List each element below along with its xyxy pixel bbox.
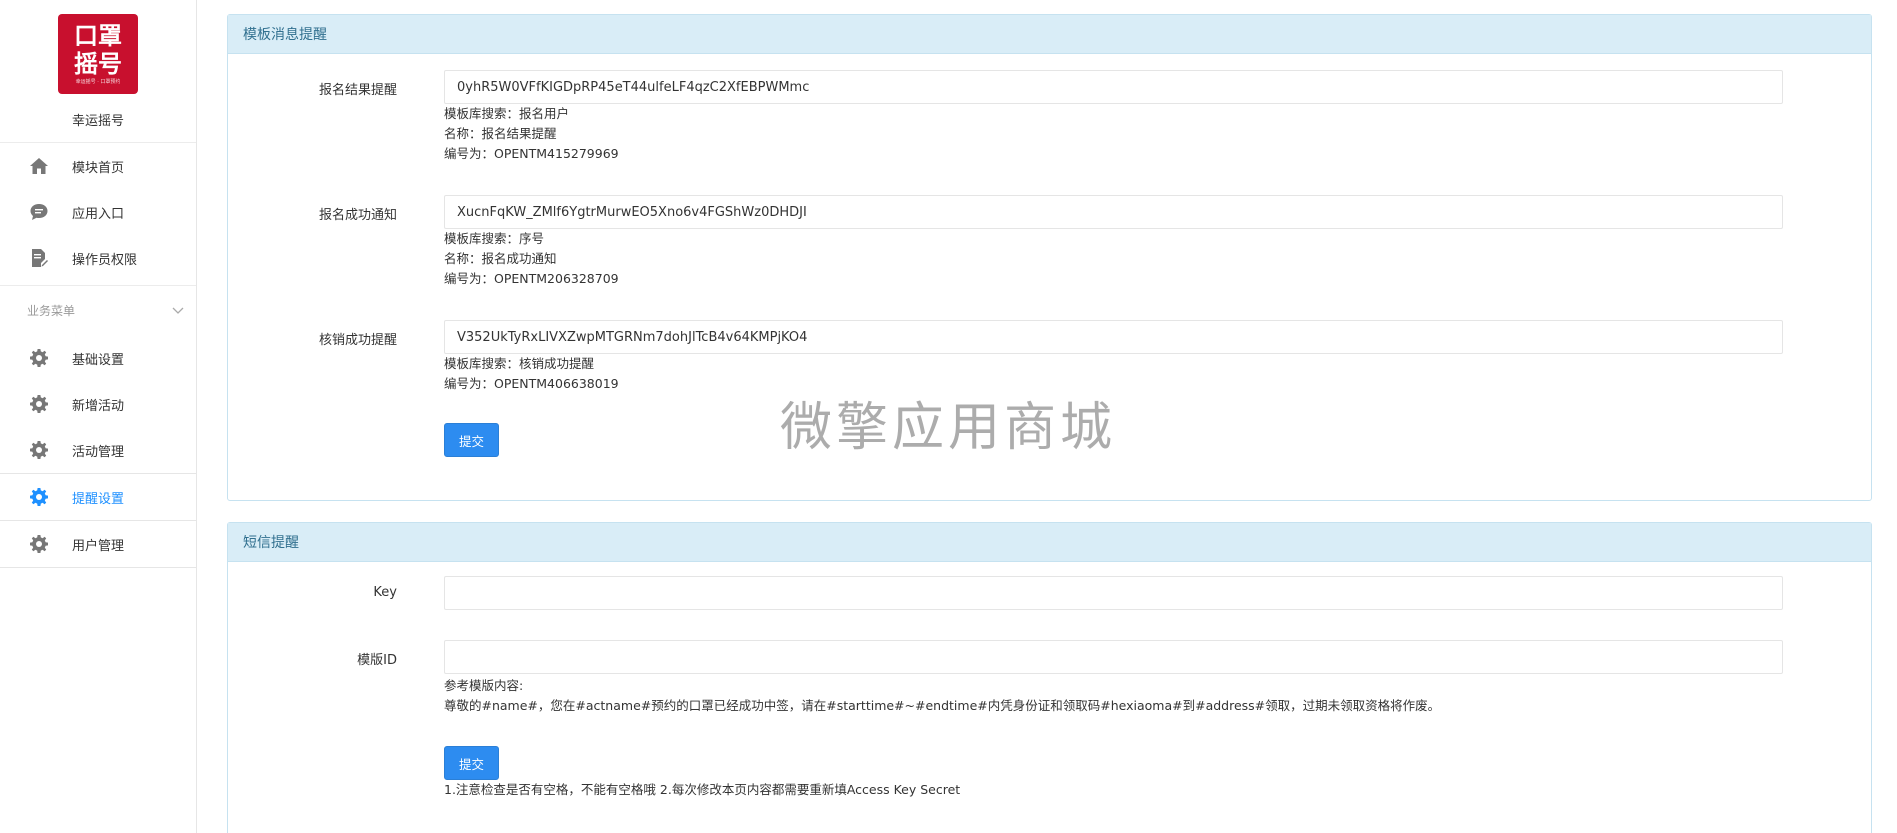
sidebar-item-label: 提醒设置 — [72, 491, 125, 507]
sidebar-item-label: 用户管理 — [72, 538, 125, 554]
template-submit-button[interactable]: 提交 — [444, 423, 499, 457]
field-label: Key — [373, 585, 397, 600]
apply-success-template-input[interactable]: XucnFqKW_ZMlf6YgtrMurwEO5Xno6v4FGShWz0DH… — [444, 195, 1783, 229]
sms-submit-button[interactable]: 提交 — [444, 746, 499, 780]
help-line: 名称：报名结果提醒 — [444, 126, 557, 141]
sidebar-item-activity-management[interactable]: 活动管理 — [0, 427, 196, 473]
help-line: 模板库搜索：报名用户 — [444, 106, 570, 121]
sidebar-item-label: 活动管理 — [72, 444, 125, 460]
chat-icon — [28, 201, 50, 223]
gear-icon — [28, 533, 50, 555]
help-line: 参考模版内容: — [444, 678, 524, 693]
sidebar-item-new-activity[interactable]: 新增活动 — [0, 381, 196, 427]
sidebar-item-user-management[interactable]: 用户管理 — [0, 521, 196, 567]
logo-line-1: 口罩 — [74, 22, 122, 50]
panel-title: 模板消息提醒 — [228, 15, 1871, 54]
sidebar-item-label: 应用入口 — [72, 206, 125, 222]
sms-note: 1.注意检查是否有空格，不能有空格哦 2.每次修改本页内容都需要重新填Acces… — [444, 782, 961, 797]
sidebar-item-label: 基础设置 — [72, 352, 125, 368]
sidebar-item-home[interactable]: 模块首页 — [0, 143, 196, 189]
sidebar-divider — [0, 567, 196, 568]
gear-icon — [28, 486, 50, 508]
logo-subtext: 幸运摇号 · 口罩预约 — [75, 79, 121, 85]
help-line: 编号为：OPENTM206328709 — [444, 271, 619, 286]
help-line: 模板库搜索：序号 — [444, 231, 545, 246]
sms-key-input[interactable] — [444, 576, 1783, 610]
logo-line-2: 摇号 — [74, 50, 122, 78]
field-label: 核销成功提醒 — [318, 333, 397, 348]
help-line: 编号为：OPENTM406638019 — [444, 376, 619, 391]
sidebar-item-label: 模块首页 — [72, 160, 125, 176]
sidebar-business-nav: 基础设置 新增活动 活动管理 提醒设置 用户管理 — [0, 335, 196, 568]
sidebar-top-nav: 模块首页 应用入口 操作员权限 — [0, 143, 196, 281]
field-help: 模板库搜索：报名用户 名称：报名结果提醒 编号为：OPENTM415279969 — [444, 104, 619, 164]
field-help: 参考模版内容: 尊敬的#name#，您在#actname#预约的口罩已经成功中签… — [444, 676, 1440, 716]
verify-success-template-input[interactable]: V352UkTyRxLIVXZwpMTGRNm7dohJlTcB4v64KMPj… — [444, 320, 1783, 354]
field-help: 模板库搜索：序号 名称：报名成功通知 编号为：OPENTM206328709 — [444, 229, 619, 289]
help-line: 名称：报名成功通知 — [444, 251, 557, 266]
sidebar: 口罩 摇号 幸运摇号 · 口罩预约 幸运摇号 模块首页 应用入口 操作员权限 业… — [0, 0, 197, 833]
home-icon — [28, 155, 50, 177]
help-line: 编号为：OPENTM415279969 — [444, 146, 619, 161]
watermark: 微擎应用商城 — [780, 398, 1117, 458]
app-logo: 口罩 摇号 幸运摇号 · 口罩预约 — [58, 14, 138, 94]
gear-icon — [28, 347, 50, 369]
field-help: 模板库搜索：核销成功提醒 编号为：OPENTM406638019 — [444, 354, 619, 394]
help-line: 模板库搜索：核销成功提醒 — [444, 356, 595, 371]
brand: 口罩 摇号 幸运摇号 · 口罩预约 幸运摇号 — [0, 0, 196, 143]
sidebar-item-label: 操作员权限 — [72, 252, 138, 268]
app-name: 幸运摇号 — [71, 114, 124, 129]
field-label: 报名结果提醒 — [318, 83, 397, 98]
gear-icon — [28, 393, 50, 415]
edit-doc-icon — [28, 247, 50, 269]
field-label: 报名成功通知 — [318, 208, 397, 223]
help-line: 尊敬的#name#，您在#actname#预约的口罩已经成功中签，请在#star… — [444, 698, 1441, 713]
sidebar-item-basic-settings[interactable]: 基础设置 — [0, 335, 196, 381]
sidebar-item-reminder-settings[interactable]: 提醒设置 — [0, 474, 196, 520]
sidebar-item-entry[interactable]: 应用入口 — [0, 189, 196, 235]
field-label: 模版ID — [357, 653, 397, 668]
sms-template-id-input[interactable] — [444, 640, 1783, 674]
section-title-label: 业务菜单 — [27, 304, 76, 318]
panel-title: 短信提醒 — [228, 523, 1871, 562]
sidebar-item-operator-permissions[interactable]: 操作员权限 — [0, 235, 196, 281]
sidebar-item-label: 新增活动 — [72, 398, 125, 414]
gear-icon — [28, 439, 50, 461]
sms-reminder-panel: 短信提醒 Key 模版ID 参考模版内容: 尊敬的#name#，您在#actna… — [227, 522, 1872, 833]
apply-result-template-input[interactable]: 0yhR5W0VFfKIGDpRP45eT44ulfeLF4qzC2XfEBPW… — [444, 70, 1783, 104]
chevron-down-icon — [172, 304, 184, 318]
sidebar-section-business-menu[interactable]: 业务菜单 — [0, 285, 196, 335]
